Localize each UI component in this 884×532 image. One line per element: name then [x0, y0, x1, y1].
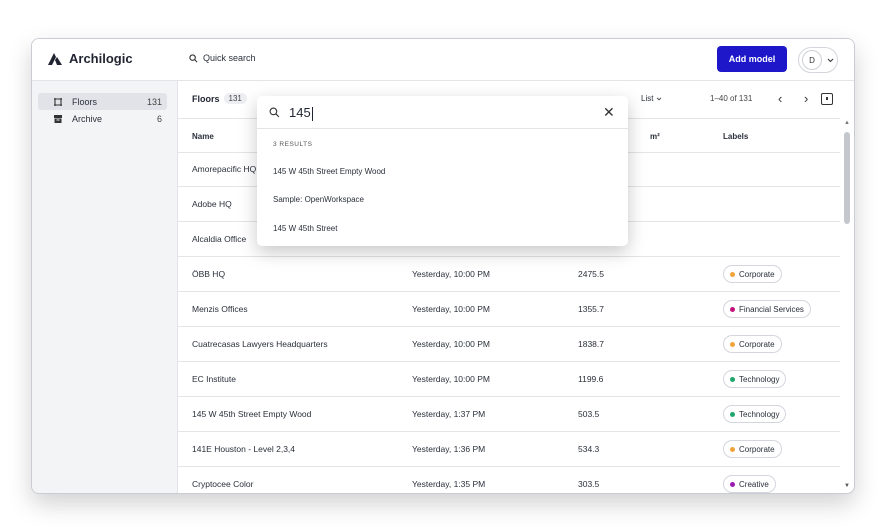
quick-search-label: Quick search — [203, 53, 256, 63]
label-dot — [730, 376, 735, 382]
search-popover: 145 ✕ 3 RESULTS 145 W 45th Street Empty … — [257, 96, 628, 246]
cell-name: Cryptocee Color — [192, 479, 254, 489]
search-result-item[interactable]: 145 W 45th Street Empty Wood — [273, 167, 385, 176]
cell-area: 503.5 — [578, 409, 600, 419]
table-row[interactable]: EC Institute Yesterday, 10:00 PM 1199.6 … — [178, 362, 840, 397]
cell-date: Yesterday, 10:00 PM — [412, 374, 490, 384]
column-header-labels[interactable]: Labels — [723, 132, 748, 141]
search-icon — [189, 53, 198, 62]
scroll-up-icon[interactable]: ▲ — [844, 120, 850, 126]
app-logo[interactable]: Archilogic — [47, 51, 133, 66]
sidebar-item-floors[interactable]: Floors 131 — [38, 93, 167, 110]
sidebar-item-label: Archive — [72, 113, 103, 124]
view-mode-dropdown[interactable]: List — [641, 94, 662, 103]
label-badge: Technology — [723, 370, 787, 388]
user-menu[interactable]: D — [798, 47, 838, 73]
scrollbar-thumb[interactable] — [844, 132, 850, 224]
table-row[interactable]: Menzis Offices Yesterday, 10:00 PM 1355.… — [178, 292, 840, 327]
search-input[interactable]: 145 — [289, 105, 313, 121]
page-title: Floors 131 — [192, 93, 247, 104]
close-icon[interactable]: ✕ — [603, 104, 615, 121]
sidebar-item-label: Floors — [72, 96, 98, 107]
cell-name: EC Institute — [192, 374, 236, 384]
cell-area: 1355.7 — [578, 304, 604, 314]
search-result-item[interactable]: Sample: OpenWorkspace — [273, 195, 364, 204]
cell-date: Yesterday, 1:36 PM — [412, 444, 486, 454]
panel-toggle-icon[interactable] — [821, 93, 833, 105]
search-input-row: 145 ✕ — [257, 96, 628, 129]
column-header-name[interactable]: Name — [192, 132, 214, 141]
label-badge: Creative — [723, 475, 776, 493]
cell-name: Adobe HQ — [192, 199, 232, 209]
table-row[interactable]: Cryptocee Color Yesterday, 1:35 PM 303.5… — [178, 467, 840, 493]
text-caret — [311, 106, 313, 121]
chevron-left-icon[interactable]: ‹ — [778, 91, 782, 106]
table-row[interactable]: ÖBB HQ Yesterday, 10:00 PM 2475.5 Corpor… — [178, 257, 840, 292]
search-result-item[interactable]: 145 W 45th Street — [273, 224, 337, 233]
chevron-right-icon[interactable]: › — [804, 91, 808, 106]
cell-name: 145 W 45th Street Empty Wood — [192, 409, 312, 419]
label-badge: Corporate — [723, 265, 782, 283]
floors-count-badge: 131 — [223, 93, 247, 104]
table-row[interactable]: Cuatrecasas Lawyers Headquarters Yesterd… — [178, 327, 840, 362]
cell-date: Yesterday, 1:35 PM — [412, 479, 486, 489]
cell-area: 1838.7 — [578, 339, 604, 349]
cell-date: Yesterday, 10:00 PM — [412, 339, 490, 349]
chevron-down-icon — [656, 97, 661, 101]
cell-area: 534.3 — [578, 444, 600, 454]
label-dot — [730, 306, 735, 312]
pagination-label: 1–40 of 131 — [710, 94, 753, 103]
cell-name: Amorepacific HQ — [192, 164, 257, 174]
label-badge: Financial Services — [723, 300, 811, 318]
sidebar-item-count: 131 — [146, 96, 162, 107]
cell-area: 303.5 — [578, 479, 600, 489]
avatar: D — [802, 50, 822, 70]
cell-date: Yesterday, 1:37 PM — [412, 409, 486, 419]
cell-date: Yesterday, 10:00 PM — [412, 269, 490, 279]
table-scrollbar[interactable]: ▲ ▼ — [842, 118, 852, 493]
sidebar: Floors 131 Archive 6 — [32, 81, 178, 493]
cell-area: 2475.5 — [578, 269, 604, 279]
label-dot — [730, 481, 735, 487]
column-header-area[interactable]: m² — [650, 132, 660, 141]
results-count-label: 3 RESULTS — [273, 141, 313, 148]
table-row[interactable]: 145 W 45th Street Empty Wood Yesterday, … — [178, 397, 840, 432]
scroll-down-icon[interactable]: ▼ — [844, 483, 850, 489]
label-badge: Technology — [723, 405, 787, 423]
label-dot — [730, 446, 735, 452]
cell-name: Cuatrecasas Lawyers Headquarters — [192, 339, 328, 349]
label-dot — [730, 411, 735, 417]
archive-icon — [53, 114, 65, 124]
cell-name: Alcaldia Office — [192, 234, 247, 244]
sidebar-item-count: 6 — [156, 113, 162, 124]
cell-area: 1199.6 — [578, 374, 604, 384]
cell-name: Menzis Offices — [192, 304, 248, 314]
label-dot — [730, 341, 735, 347]
sidebar-item-archive[interactable]: Archive 6 — [38, 110, 167, 127]
chevron-down-icon — [827, 58, 834, 62]
app-name: Archilogic — [69, 51, 133, 66]
cell-name: 141E Houston - Level 2,3,4 — [192, 444, 296, 454]
archilogic-logo-icon — [48, 52, 62, 65]
cell-name: ÖBB HQ — [192, 269, 226, 279]
cell-date: Yesterday, 10:00 PM — [412, 304, 490, 314]
floorplan-icon — [53, 97, 65, 107]
quick-search-button[interactable]: Quick search — [189, 53, 256, 63]
label-badge: Corporate — [723, 440, 782, 458]
table-row[interactable]: 141E Houston - Level 2,3,4 Yesterday, 1:… — [178, 432, 840, 467]
add-model-button[interactable]: Add model — [717, 46, 787, 72]
label-dot — [730, 271, 735, 277]
label-badge: Corporate — [723, 335, 782, 353]
top-bar: Archilogic Quick search Add model D — [32, 39, 854, 81]
search-icon — [269, 107, 280, 118]
